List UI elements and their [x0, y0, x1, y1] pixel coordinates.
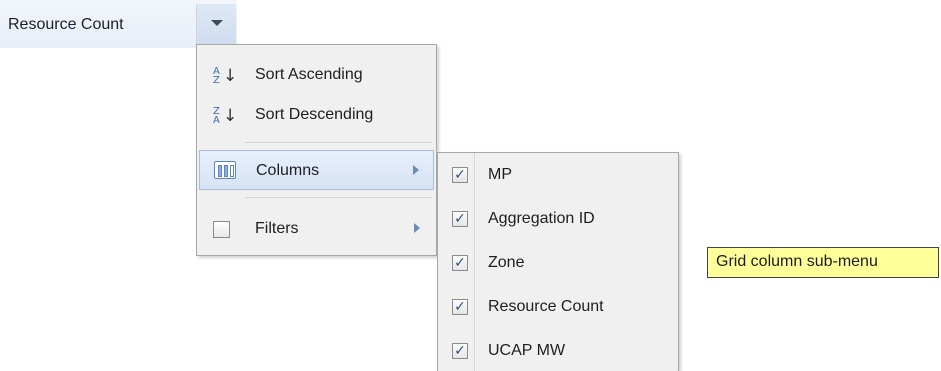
grid-column-header[interactable]: Resource Count: [0, 0, 237, 48]
column-toggle-zone[interactable]: ✓ Zone: [440, 243, 676, 283]
column-menu: A Z ↓ Sort Ascending Z A ↓ Sort Descendi…: [196, 44, 437, 256]
checkbox-checked-icon[interactable]: ✓: [452, 343, 468, 359]
menu-divider: [245, 142, 432, 143]
menu-item-sort-ascending[interactable]: A Z ↓ Sort Ascending: [199, 55, 434, 95]
checkbox-checked-icon[interactable]: ✓: [452, 167, 468, 183]
chevron-right-icon: [414, 223, 420, 233]
checkbox-icon: [213, 221, 230, 238]
checkbox-checked-icon[interactable]: ✓: [452, 255, 468, 271]
column-toggle-label: Zone: [488, 254, 525, 271]
column-toggle-mp[interactable]: ✓ MP: [440, 155, 676, 195]
sort-ascending-icon: A Z ↓: [213, 66, 238, 86]
chevron-right-icon: [413, 165, 419, 175]
column-toggle-aggregation-id[interactable]: ✓ Aggregation ID: [440, 199, 676, 239]
callout-label: Grid column sub-menu: [707, 247, 939, 278]
column-toggle-resource-count[interactable]: ✓ Resource Count: [440, 287, 676, 327]
checkbox-checked-icon[interactable]: ✓: [452, 211, 468, 227]
column-menu-trigger[interactable]: [196, 4, 236, 44]
columns-icon: [214, 161, 236, 179]
menu-divider: [245, 197, 432, 198]
column-header-label: Resource Count: [8, 16, 124, 33]
column-toggle-label: MP: [488, 166, 512, 183]
menu-item-label: Columns: [256, 162, 320, 179]
menu-item-columns[interactable]: Columns: [199, 150, 434, 190]
checkbox-checked-icon[interactable]: ✓: [452, 299, 468, 315]
columns-submenu: ✓ MP ✓ Aggregation ID ✓ Zone ✓ Resource …: [437, 152, 679, 371]
column-toggle-label: Resource Count: [488, 298, 604, 315]
column-toggle-label: Aggregation ID: [488, 210, 595, 227]
column-toggle-ucap-mw[interactable]: ✓ UCAP MW: [440, 331, 676, 371]
menu-item-label: Filters: [255, 220, 299, 237]
chevron-down-icon: [211, 20, 223, 26]
menu-item-sort-descending[interactable]: Z A ↓ Sort Descending: [199, 95, 434, 135]
sort-descending-icon: Z A ↓: [213, 106, 238, 126]
column-toggle-label: UCAP MW: [488, 342, 566, 359]
menu-item-label: Sort Ascending: [255, 66, 363, 83]
menu-item-filters[interactable]: Filters: [199, 209, 434, 249]
menu-item-label: Sort Descending: [255, 106, 374, 123]
